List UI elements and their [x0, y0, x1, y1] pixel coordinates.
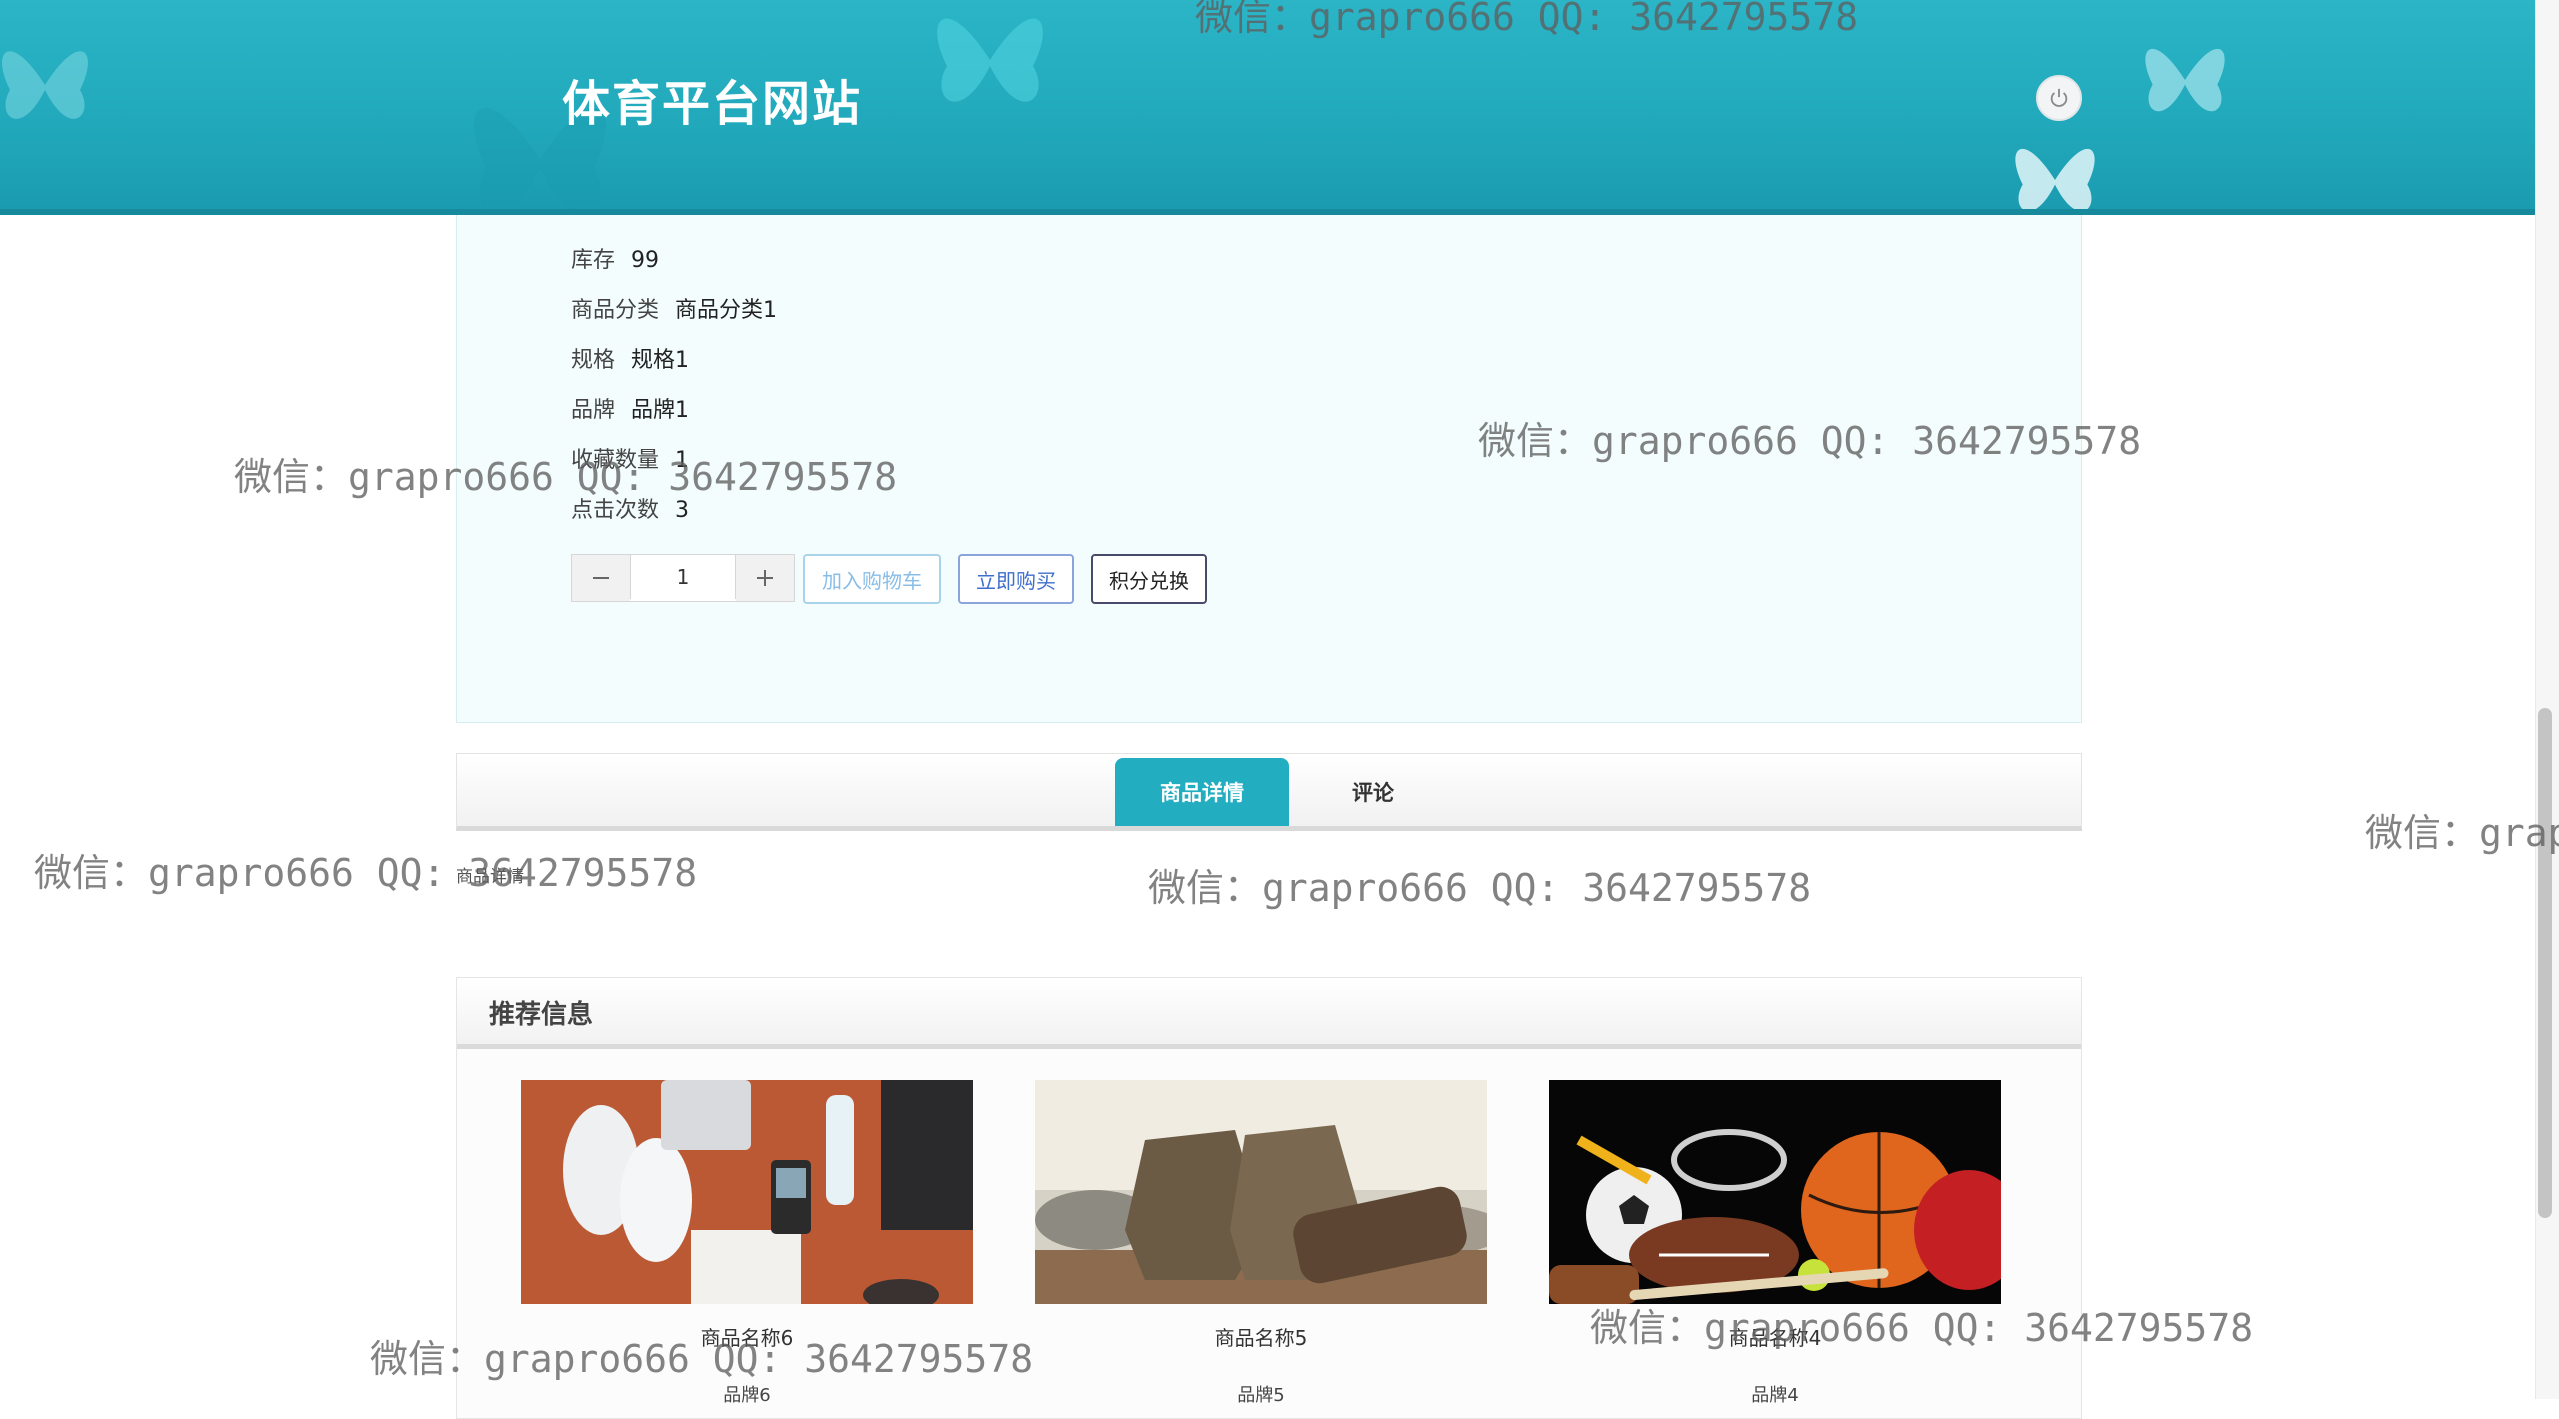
watermark: 微信：grap [2365, 811, 2559, 855]
recommend-card[interactable]: 商品名称5 品牌5 [1035, 1080, 1487, 1407]
tab-comments[interactable]: 评论 [1317, 758, 1429, 826]
minus-icon [593, 577, 609, 579]
recommend-panel: 推荐信息 商品名称6 品牌6 商品名称5 品牌5 商品名称4 品牌4 [456, 977, 2082, 1419]
watermark: 微信：grapro666 QQ: 3642795578 [34, 851, 698, 895]
product-image[interactable] [1549, 1080, 2001, 1304]
info-label: 点击次数 [571, 498, 660, 523]
info-value: 99 [631, 248, 660, 273]
detail-tabs: 商品详情 评论 [456, 753, 2082, 831]
info-row-category: 商品分类 商品分类1 [571, 292, 777, 324]
power-icon [2050, 88, 2068, 107]
site-header: 体育平台网站 [0, 0, 2535, 215]
info-label: 商品分类 [571, 298, 660, 323]
site-title: 体育平台网站 [562, 76, 863, 132]
info-row-favorites: 收藏数量 1 [571, 442, 689, 474]
scrollbar-thumb[interactable] [2538, 708, 2552, 1218]
butterfly-decoration-icon [2, 51, 88, 119]
info-row-brand: 品牌 品牌1 [571, 392, 689, 424]
product-brand: 品牌5 [1237, 1385, 1285, 1406]
quantity-input[interactable] [630, 555, 736, 599]
product-brand: 品牌6 [723, 1385, 771, 1406]
product-info-panel: 单次购买1 库存99 商品分类商品分类1 规格规格1 品牌品牌1 收藏数量1 点… [456, 194, 2082, 723]
tab-product-detail[interactable]: 商品详情 [1115, 758, 1289, 826]
info-label: 规格 [571, 348, 616, 373]
info-row-clicks: 点击次数 3 [571, 492, 689, 524]
recommend-title: 推荐信息 [489, 1000, 594, 1030]
info-label: 库存 [571, 248, 616, 273]
info-value: 规格1 [631, 348, 690, 373]
recommend-card[interactable]: 商品名称6 品牌6 [521, 1080, 973, 1407]
info-row-spec: 规格 规格1 [571, 342, 689, 374]
info-value: 1 [675, 448, 690, 473]
add-to-cart-button[interactable]: 加入购物车 [803, 554, 941, 604]
info-value: 品牌1 [631, 398, 690, 423]
product-image[interactable] [1035, 1080, 1487, 1304]
info-row-stock: 库存 99 [571, 242, 659, 274]
recommend-header: 推荐信息 [457, 978, 2081, 1049]
product-name[interactable]: 商品名称6 [521, 1322, 973, 1351]
increase-button[interactable] [736, 555, 794, 601]
plus-icon [757, 570, 773, 586]
watermark: 微信：grapro666 QQ: 3642795578 [1148, 866, 1812, 910]
product-name[interactable]: 商品名称5 [1035, 1322, 1487, 1351]
product-detail-content: 商品详情 [456, 867, 524, 887]
logout-button[interactable] [2036, 75, 2082, 121]
butterfly-decoration-icon [2015, 148, 2095, 209]
product-name[interactable]: 商品名称4 [1549, 1322, 2001, 1351]
product-brand: 品牌4 [1751, 1385, 1799, 1406]
points-exchange-button[interactable]: 积分兑换 [1091, 554, 1207, 604]
info-value: 商品分类1 [675, 298, 778, 323]
buy-now-button[interactable]: 立即购买 [958, 554, 1074, 604]
butterfly-decoration-icon [2145, 48, 2225, 112]
recommend-card[interactable]: 商品名称4 品牌4 [1549, 1080, 2001, 1407]
info-label: 收藏数量 [571, 448, 660, 473]
product-image[interactable] [521, 1080, 973, 1304]
butterfly-decoration-icon [937, 18, 1043, 102]
quantity-stepper [571, 554, 795, 602]
decrease-button[interactable] [572, 555, 630, 601]
info-value: 3 [675, 498, 690, 523]
info-label: 品牌 [571, 398, 616, 423]
